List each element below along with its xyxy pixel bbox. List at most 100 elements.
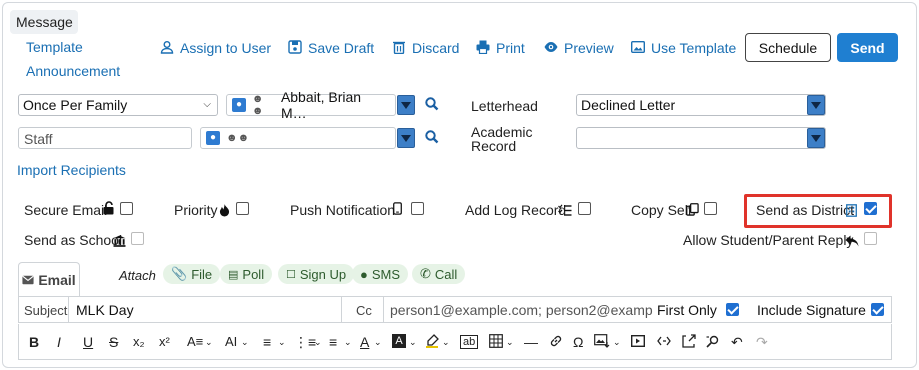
letterhead-select[interactable]: Declined Letter: [576, 94, 826, 116]
attach-file-button[interactable]: 📎 File: [163, 264, 221, 284]
use-template-label: Use Template: [651, 40, 737, 56]
preview-label: Preview: [564, 40, 614, 56]
priority-checkbox[interactable]: [236, 202, 249, 215]
academic-record-select[interactable]: [576, 127, 826, 149]
phone-icon: [393, 202, 402, 218]
chevron-down-icon: ⌄: [506, 337, 514, 347]
divider: [383, 297, 384, 323]
text-color-button[interactable]: A: [360, 334, 369, 350]
use-template-button[interactable]: Use Template: [630, 38, 737, 58]
recipient-field[interactable]: ● ☻☻ Abbait, Brian M…: [226, 89, 396, 121]
divider: [341, 297, 342, 323]
link-icon[interactable]: [549, 334, 563, 351]
assign-to-user-label: Assign to User: [180, 40, 272, 56]
bold-button[interactable]: B: [29, 334, 39, 350]
chevron-down-icon: ⌄: [241, 337, 249, 347]
chevron-down-icon: ⌄: [278, 337, 286, 347]
find-replace-icon[interactable]: [706, 334, 720, 351]
undo-icon[interactable]: ↶: [731, 334, 743, 351]
attach-label: Attach: [119, 268, 156, 283]
phone-call-icon: ✆: [420, 266, 431, 281]
font-size-button[interactable]: AI: [225, 334, 237, 349]
academic-record-dropdown-button[interactable]: [807, 128, 825, 148]
academic-record-label: Academic Record: [471, 125, 532, 153]
search-icon[interactable]: [424, 129, 440, 145]
text-box-icon[interactable]: ab: [460, 335, 479, 349]
subject-input[interactable]: MLK Day: [76, 302, 134, 318]
push-notification-label: Push Notification: [290, 202, 396, 218]
superscript-button[interactable]: x²: [159, 334, 170, 349]
subject-label: Subject: [24, 303, 68, 318]
strikethrough-button[interactable]: S: [109, 334, 118, 350]
bullet-list-icon[interactable]: ⋮≡: [294, 334, 316, 351]
assign-to-user-button[interactable]: Assign to User: [160, 38, 271, 58]
envelope-icon: [22, 272, 34, 288]
template-link[interactable]: Template: [26, 39, 83, 55]
preview-button[interactable]: Preview: [544, 38, 614, 58]
letterhead-dropdown-button[interactable]: [807, 95, 825, 115]
special-character-button[interactable]: Ω: [573, 334, 583, 350]
allow-reply-label: Allow Student/Parent Reply: [683, 232, 854, 248]
school-icon: [113, 234, 126, 250]
chevron-down-icon: ⌵: [203, 99, 211, 110]
printer-icon: [476, 40, 490, 57]
media-icon[interactable]: [630, 334, 646, 351]
announcement-link[interactable]: Announcement: [26, 63, 120, 79]
attach-call-button[interactable]: ✆ Call: [412, 264, 466, 284]
tab-message[interactable]: Message: [10, 10, 78, 34]
horizontal-rule-icon[interactable]: —: [524, 334, 538, 350]
tab-email[interactable]: Email: [18, 262, 80, 296]
chevron-down-icon: ⌄: [613, 337, 621, 347]
send-as-district-highlight: [744, 194, 892, 228]
attach-poll-button[interactable]: ▤ Poll: [220, 264, 273, 284]
schedule-button[interactable]: Schedule: [745, 33, 831, 62]
format-button[interactable]: A≡: [187, 334, 203, 349]
staff-recipient-field[interactable]: ● ☻☻: [200, 127, 396, 149]
cc-input[interactable]: person1@example.com; person2@examp: [390, 302, 653, 318]
attach-sign-up-label: Sign Up: [299, 266, 347, 282]
recipient-name: Abbait, Brian M…: [280, 89, 362, 121]
secure-email-label: Secure Email: [24, 202, 108, 218]
highlighter-icon[interactable]: [425, 334, 439, 351]
align-icon[interactable]: ≡: [263, 334, 271, 350]
first-only-checkbox[interactable]: [726, 303, 739, 316]
send-as-school-checkbox[interactable]: [131, 232, 144, 245]
send-button[interactable]: Send: [837, 33, 898, 62]
print-button[interactable]: Print: [476, 38, 525, 58]
search-icon[interactable]: [424, 96, 440, 112]
code-sample-icon[interactable]: [657, 334, 671, 351]
staff-dropdown-button[interactable]: [397, 128, 415, 148]
attach-file-label: File: [191, 266, 213, 282]
numbered-list-icon[interactable]: ≡: [329, 334, 337, 350]
export-icon[interactable]: [682, 334, 696, 351]
redo-icon[interactable]: ↷: [756, 334, 768, 351]
background-color-button[interactable]: A: [392, 334, 406, 348]
underline-button[interactable]: U: [83, 334, 93, 350]
person-icon: ●: [232, 98, 246, 112]
copy-self-checkbox[interactable]: [704, 202, 717, 215]
paperclip-icon: 📎: [171, 266, 188, 281]
save-draft-button[interactable]: Save Draft: [288, 38, 374, 58]
recipient-dropdown-button[interactable]: [397, 95, 415, 115]
allow-reply-checkbox[interactable]: [864, 232, 877, 245]
table-icon[interactable]: [489, 334, 503, 351]
include-signature-checkbox[interactable]: [871, 303, 884, 316]
staff-field[interactable]: Staff: [18, 127, 192, 149]
discard-button[interactable]: Discard: [392, 38, 459, 58]
clipboard-icon: ☐: [286, 268, 296, 281]
attach-sms-button[interactable]: ● SMS: [352, 264, 409, 284]
checklist-icon: [558, 203, 572, 219]
family-select[interactable]: Once Per Family ⌵: [18, 94, 218, 116]
insert-image-icon[interactable]: [594, 334, 610, 351]
include-signature-label: Include Signature: [757, 302, 866, 318]
staff-placeholder: Staff: [24, 131, 53, 147]
subject-row: Subject MLK Day Cc person1@example.com; …: [18, 296, 892, 323]
secure-email-checkbox[interactable]: [120, 202, 133, 215]
user-icon: [160, 40, 174, 57]
push-notification-checkbox[interactable]: [411, 202, 424, 215]
add-log-record-checkbox[interactable]: [578, 202, 591, 215]
subscript-button[interactable]: x₂: [133, 334, 145, 349]
italic-button[interactable]: I: [57, 334, 61, 350]
import-recipients-link[interactable]: Import Recipients: [17, 162, 126, 178]
attach-sign-up-button[interactable]: ☐ Sign Up: [278, 264, 355, 284]
